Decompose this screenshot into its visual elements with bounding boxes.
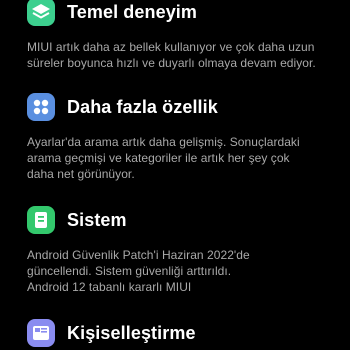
- layers-icon: [27, 0, 55, 26]
- description-line: Ayarlar'da arama artık daha gelişmiş. So…: [27, 135, 300, 149]
- section-more-features: Daha fazla özellik Ayarlar'da arama artı…: [27, 92, 336, 182]
- description-line: süreler boyunca hızlı ve duyarlı olmaya …: [27, 56, 316, 70]
- description-line: Android Güvenlik Patch'i Haziran 2022'de: [27, 248, 250, 262]
- personalize-icon: [27, 319, 55, 347]
- description-line: Android 12 tabanlı kararlı MIUI: [27, 280, 192, 294]
- section-header: Sistem: [27, 205, 336, 235]
- description-line: MIUI artık daha az bellek kullanıyor ve …: [27, 40, 315, 54]
- description-line: arama geçmişi ve kategoriler ile artık h…: [27, 151, 290, 165]
- section-description: Android Güvenlik Patch'i Haziran 2022'de…: [27, 247, 336, 295]
- section-title: Sistem: [67, 209, 127, 230]
- section-personalization: Kişiselleştirme: [27, 318, 336, 348]
- grid-apps-icon: [27, 93, 55, 121]
- section-header: Temel deneyim: [27, 0, 336, 27]
- section-system: Sistem Android Güvenlik Patch'i Haziran …: [27, 205, 336, 295]
- section-basic-experience: Temel deneyim MIUI artık daha az bellek …: [27, 0, 336, 71]
- section-description: Ayarlar'da arama artık daha gelişmiş. So…: [27, 134, 336, 182]
- section-header: Kişiselleştirme: [27, 318, 336, 348]
- description-line: daha net görünüyor.: [27, 167, 135, 181]
- description-line: güncellendi. Sistem güvenliği arttırıldı…: [27, 264, 232, 278]
- section-title: Kişiselleştirme: [67, 322, 196, 343]
- section-title: Daha fazla özellik: [67, 96, 218, 117]
- system-card-icon: [27, 206, 55, 234]
- section-header: Daha fazla özellik: [27, 92, 336, 122]
- section-title: Temel deneyim: [67, 1, 198, 22]
- section-description: MIUI artık daha az bellek kullanıyor ve …: [27, 39, 336, 71]
